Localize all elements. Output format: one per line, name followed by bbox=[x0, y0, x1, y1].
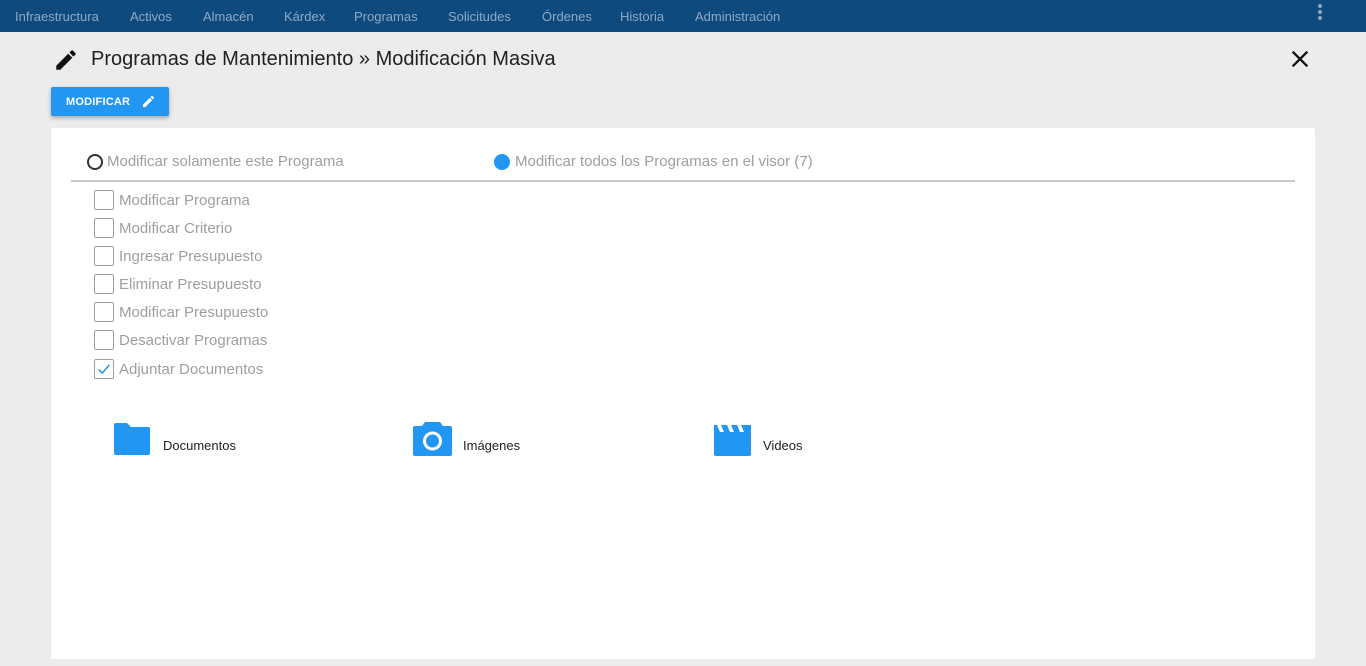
pencil-icon bbox=[142, 95, 155, 108]
nav-item-programas[interactable]: Programas bbox=[354, 9, 418, 24]
top-navbar: Infraestructura Activos Almacén Kárdex P… bbox=[0, 0, 1366, 32]
attach-documents-label: Documentos bbox=[163, 438, 236, 453]
checkbox-label: Ingresar Presupuesto bbox=[119, 248, 263, 265]
modify-button-label: MODIFICAR bbox=[66, 96, 131, 108]
checkbox-label: Eliminar Presupuesto bbox=[119, 276, 262, 293]
nav-item-ordenes[interactable]: Órdenes bbox=[542, 9, 592, 24]
checkbox-label: Modificar Programa bbox=[119, 192, 250, 209]
nav-item-solicitudes[interactable]: Solicitudes bbox=[448, 9, 511, 24]
nav-item-almacen[interactable]: Almacén bbox=[203, 9, 254, 24]
page-title: Programas de Mantenimiento » Modificació… bbox=[91, 48, 556, 70]
close-icon[interactable] bbox=[1286, 45, 1314, 73]
checkbox-box[interactable] bbox=[94, 302, 114, 322]
nav-item-activos[interactable]: Activos bbox=[130, 9, 172, 24]
radio-all-programs-label[interactable]: Modificar todos los Programas en el viso… bbox=[515, 153, 813, 170]
nav-item-administracion[interactable]: Administración bbox=[695, 9, 780, 24]
divider bbox=[71, 180, 1295, 182]
checkbox-label: Desactivar Programas bbox=[119, 332, 268, 349]
attach-videos[interactable]: Videos bbox=[713, 422, 853, 458]
check-icon bbox=[98, 364, 110, 375]
radio-only-this-program[interactable] bbox=[87, 154, 103, 170]
checkbox-label: Adjuntar Documentos bbox=[119, 361, 264, 378]
checkbox-box[interactable] bbox=[94, 330, 114, 350]
checkbox-box[interactable] bbox=[94, 218, 114, 238]
checkbox-box[interactable] bbox=[94, 274, 114, 294]
camera-icon bbox=[413, 422, 452, 456]
nav-item-kardex[interactable]: Kárdex bbox=[284, 9, 325, 24]
attach-images[interactable]: Imágenes bbox=[413, 422, 553, 458]
attach-images-label: Imágenes bbox=[463, 438, 521, 453]
attach-videos-label: Videos bbox=[763, 438, 803, 453]
checkbox-box[interactable] bbox=[94, 246, 114, 266]
pencil-icon bbox=[56, 50, 76, 70]
video-clapper-icon bbox=[714, 425, 751, 456]
checkbox-label: Modificar Criterio bbox=[119, 220, 233, 237]
checkbox-box[interactable] bbox=[94, 190, 114, 210]
nav-item-historia[interactable]: Historia bbox=[620, 9, 664, 24]
folder-icon bbox=[114, 423, 150, 455]
checkbox-box[interactable] bbox=[94, 359, 114, 379]
radio-all-programs[interactable] bbox=[494, 154, 510, 170]
attach-documents[interactable]: Documentos bbox=[113, 422, 253, 458]
nav-item-infraestructura[interactable]: Infraestructura bbox=[15, 9, 99, 24]
checkbox-label: Modificar Presupuesto bbox=[119, 304, 269, 321]
radio-only-this-program-label[interactable]: Modificar solamente este Programa bbox=[107, 153, 344, 170]
more-vert-icon[interactable] bbox=[1317, 4, 1323, 24]
